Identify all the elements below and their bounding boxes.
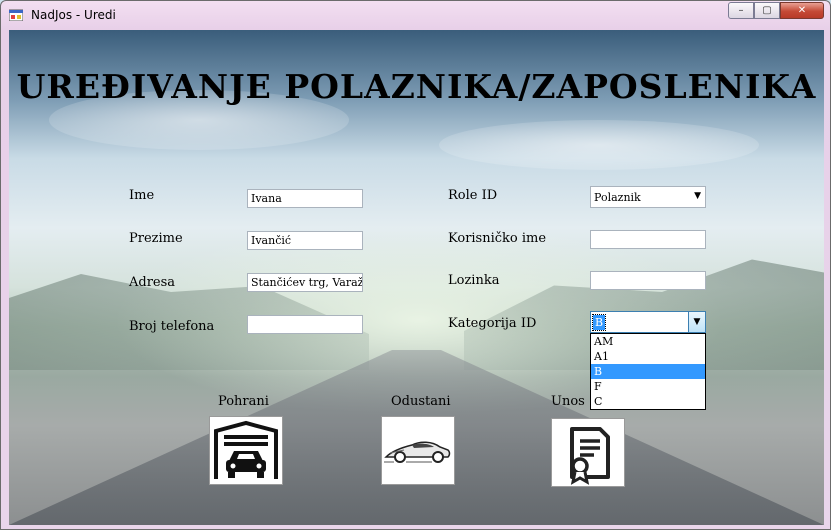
- minimize-button[interactable]: –: [728, 2, 754, 19]
- kategorija-option[interactable]: A1: [591, 349, 705, 364]
- kategorija-option[interactable]: C: [591, 394, 705, 409]
- prezime-input[interactable]: Ivančić: [247, 231, 363, 250]
- maximize-icon: ▢: [762, 5, 772, 16]
- app-icon: [9, 9, 23, 21]
- role-select[interactable]: Polaznik ▼: [590, 186, 706, 208]
- unos-button[interactable]: [551, 418, 625, 487]
- odustani-label: Odustani: [391, 394, 451, 409]
- garage-car-icon: [214, 420, 278, 479]
- korisnicko-input[interactable]: [590, 230, 706, 249]
- background-mountain: [9, 274, 369, 370]
- window-title: NadJos - Uredi: [31, 8, 116, 22]
- kategorija-dropdown-list: AM A1 B F C: [590, 333, 706, 410]
- chevron-down-icon: ▼: [694, 191, 701, 201]
- app-window: NadJos - Uredi – ▢ ✕ UREĐIVANJE POLAZNIK…: [0, 0, 831, 530]
- prezime-label: Prezime: [129, 231, 183, 246]
- kategorija-select-value: B: [591, 314, 607, 331]
- lozinka-input[interactable]: [590, 271, 706, 290]
- pohrani-label: Pohrani: [218, 394, 269, 409]
- adresa-label: Adresa: [129, 275, 176, 290]
- minimize-icon: –: [738, 5, 744, 16]
- kategorija-option[interactable]: AM: [591, 334, 705, 349]
- ime-label: Ime: [129, 188, 155, 203]
- adresa-input[interactable]: Stančićev trg, Varaž: [247, 273, 363, 292]
- kategorija-label: Kategorija ID: [448, 316, 537, 331]
- unos-label: Unos: [551, 394, 585, 409]
- kategorija-option[interactable]: F: [591, 379, 705, 394]
- odustani-button[interactable]: [381, 416, 455, 485]
- background-cloud: [439, 120, 759, 170]
- ime-input[interactable]: Ivana: [247, 189, 363, 208]
- pohrani-button[interactable]: [209, 416, 283, 485]
- certificate-document-icon: [570, 427, 610, 485]
- telefon-label: Broj telefona: [129, 319, 215, 334]
- form-client-area: UREĐIVANJE POLAZNIKA/ZAPOSLENIKA Ime Iva…: [9, 30, 824, 525]
- close-icon: ✕: [797, 5, 807, 16]
- title-bar[interactable]: NadJos - Uredi – ▢ ✕: [1, 1, 830, 29]
- kategorija-select[interactable]: B ▼: [590, 311, 706, 333]
- lozinka-label: Lozinka: [448, 273, 500, 288]
- korisnicko-label: Korisničko ime: [448, 231, 547, 246]
- telefon-input[interactable]: [247, 315, 363, 334]
- close-button[interactable]: ✕: [780, 2, 824, 19]
- role-label: Role ID: [448, 188, 498, 203]
- role-select-value: Polaznik: [594, 191, 641, 204]
- chevron-down-icon[interactable]: ▼: [688, 312, 705, 332]
- sports-car-icon: [384, 441, 451, 463]
- maximize-button[interactable]: ▢: [754, 2, 780, 19]
- kategorija-option[interactable]: B: [591, 364, 705, 379]
- page-title: UREĐIVANJE POLAZNIKA/ZAPOSLENIKA: [16, 67, 817, 106]
- caption-buttons: – ▢ ✕: [728, 2, 824, 19]
